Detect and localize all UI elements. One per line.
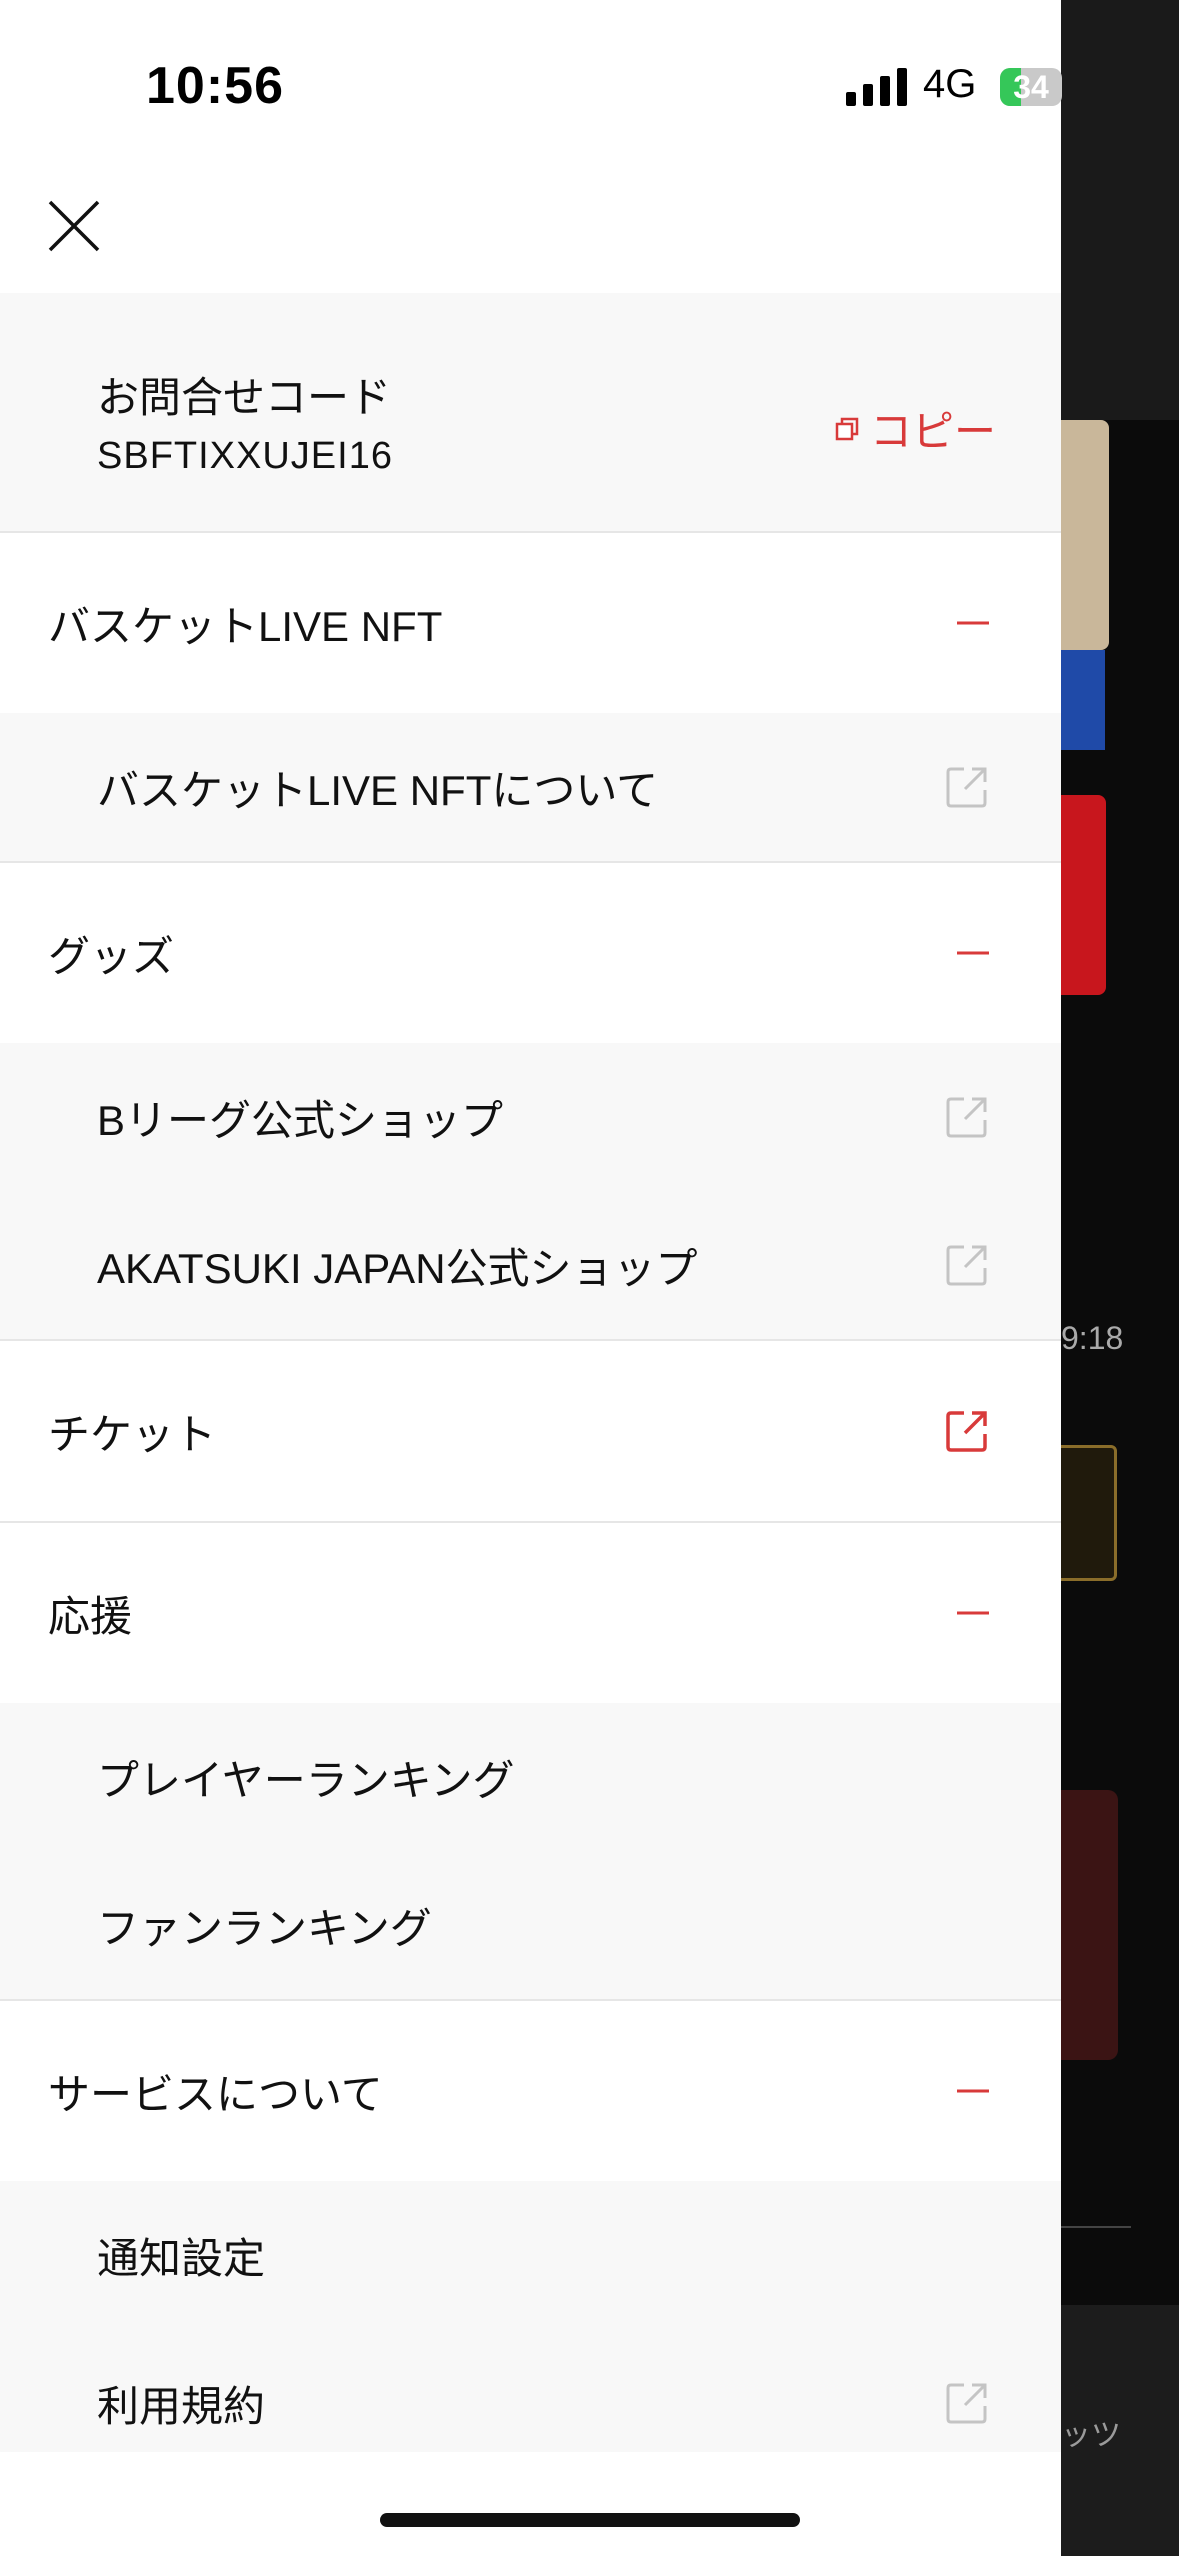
menu-label: サービスについて <box>48 2070 383 2118</box>
menu-label: グッズ <box>48 932 175 980</box>
status-bar: 10:56 4G 34 <box>0 0 1062 175</box>
menu-label: 応援 <box>48 1592 133 1640</box>
submenu-item-player-ranking[interactable]: プレイヤーランキング <box>0 1703 1061 1851</box>
background-divider <box>1061 2226 1131 2228</box>
background-arrow-button <box>1061 1445 1117 1581</box>
background-app: 9:18 ッツ <box>1061 0 1179 2556</box>
copy-icon <box>835 417 859 440</box>
background-video-thumb <box>1061 1790 1118 2060</box>
copy-button[interactable]: コピー <box>834 398 996 459</box>
submenu-label: ファンランキング <box>97 1904 432 1952</box>
battery-percent: 34 <box>1013 69 1049 105</box>
submenu-item-about-nft[interactable]: バスケットLIVE NFTについて <box>0 713 1061 861</box>
inquiry-code-value: SBFTIXXUJEI16 <box>97 435 393 477</box>
submenu-label: 利用規約 <box>97 2382 266 2430</box>
external-link-icon <box>946 1411 987 1452</box>
collapse-icon <box>957 2089 989 2093</box>
menu-basket-live-nft[interactable]: バスケットLIVE NFT <box>0 533 1061 713</box>
inquiry-code-title: お問合せコード <box>97 374 392 421</box>
signal-icon <box>846 66 907 106</box>
menu-support[interactable]: 応援 <box>0 1523 1061 1703</box>
background-blue-panel <box>1061 650 1105 750</box>
background-player-photo <box>1061 420 1109 650</box>
background-banner <box>1061 0 1179 420</box>
menu-label: バスケットLIVE NFT <box>48 602 443 650</box>
side-drawer: 10:56 4G 34 お問合せコード SBFTIXXUJEI16 コピー バス… <box>0 0 1062 2556</box>
submenu-label: AKATSUKI JAPAN公式ショップ <box>97 1244 698 1292</box>
status-time: 10:56 <box>146 57 284 115</box>
external-link-icon <box>946 2383 987 2424</box>
background-player-card <box>1061 795 1106 995</box>
submenu-label: プレイヤーランキング <box>97 1756 515 1804</box>
submenu-item-bleague-shop[interactable]: Bリーグ公式ショップ <box>0 1043 1061 1191</box>
external-link-icon <box>946 1245 987 1286</box>
submenu-item-fan-ranking[interactable]: ファンランキング <box>0 1851 1061 1999</box>
close-icon[interactable] <box>44 196 104 256</box>
external-link-icon <box>946 767 987 808</box>
menu-ticket[interactable]: チケット <box>0 1341 1061 1521</box>
submenu-label: バスケットLIVE NFTについて <box>97 766 659 814</box>
menu-goods[interactable]: グッズ <box>0 863 1061 1043</box>
background-timestamp: 9:18 <box>1061 1320 1124 1356</box>
external-link-icon <box>946 1097 987 1138</box>
menu-service[interactable]: サービスについて <box>0 2001 1061 2181</box>
network-type: 4G <box>923 62 977 106</box>
submenu-item-terms[interactable]: 利用規約 <box>0 2329 1061 2477</box>
submenu-item-notification-settings[interactable]: 通知設定 <box>0 2181 1061 2329</box>
copy-label: コピー <box>870 408 997 455</box>
collapse-icon <box>957 621 989 625</box>
submenu-label: 通知設定 <box>97 2234 266 2282</box>
collapse-icon <box>957 1611 989 1615</box>
collapse-icon <box>957 951 989 955</box>
home-indicator[interactable] <box>380 2513 800 2527</box>
background-tab-label: ッツ <box>1061 2419 1121 2452</box>
submenu-item-akatsuki-shop[interactable]: AKATSUKI JAPAN公式ショップ <box>0 1191 1061 1339</box>
menu-label: チケット <box>48 1410 217 1458</box>
battery-icon: 34 <box>1000 68 1062 106</box>
submenu-label: Bリーグ公式ショップ <box>97 1096 504 1144</box>
